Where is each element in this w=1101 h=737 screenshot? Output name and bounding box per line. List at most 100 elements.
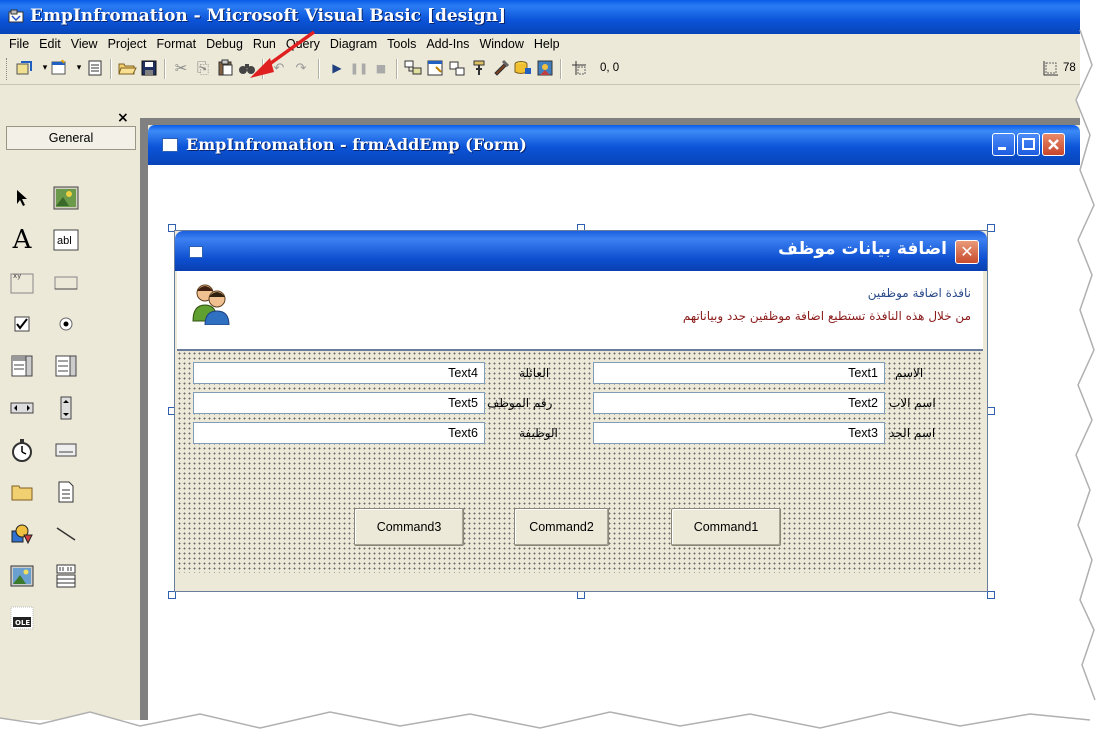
line-tool-icon[interactable]	[52, 520, 80, 548]
menu-help[interactable]: Help	[529, 37, 565, 51]
listbox-tool-icon[interactable]	[52, 352, 80, 380]
resize-handle[interactable]	[168, 591, 176, 599]
menu-view[interactable]: View	[66, 37, 103, 51]
svg-text:OLE: OLE	[15, 619, 30, 627]
timer-tool-icon[interactable]	[8, 436, 36, 464]
maximize-button[interactable]	[1017, 133, 1040, 156]
design-grid-area: الاسم Text1 اسم الاب Text2 اسم الجد Text…	[177, 351, 983, 573]
optionbutton-tool-icon[interactable]	[52, 310, 80, 338]
textbox-family-name[interactable]: Text4	[193, 362, 485, 384]
menu-diagram[interactable]: Diagram	[325, 37, 382, 51]
minimize-button[interactable]	[992, 133, 1015, 156]
menu-project[interactable]: Project	[103, 37, 152, 51]
form-layout-icon[interactable]	[446, 57, 468, 79]
dialog-form-icon	[189, 246, 203, 258]
picturebox-tool-icon[interactable]	[52, 184, 80, 212]
textbox-first-name[interactable]: Text1	[593, 362, 885, 384]
menu-format[interactable]: Format	[151, 37, 201, 51]
resize-handle[interactable]	[987, 591, 995, 599]
hscrollbar-tool-icon[interactable]	[8, 394, 36, 422]
component-manager-icon[interactable]	[534, 57, 556, 79]
menu-file[interactable]: File	[4, 37, 34, 51]
textbox-tool-icon[interactable]: abl	[52, 226, 80, 254]
design-form[interactable]: اضافة بيانات موظف ✕ نافذة اضافة موظفين م…	[174, 230, 988, 592]
dialog-title: اضافة بيانات موظف	[778, 239, 947, 259]
resize-handle[interactable]	[987, 224, 995, 232]
vb-ide-screen: EmpInfromation - Microsoft Visual Basic …	[0, 0, 1080, 720]
command1-button[interactable]: Command1	[671, 508, 781, 546]
standard-toolbar: ▾ ▾ ✂ ⎘ ↶ ↷ ▶ ❚❚ ■ 0, 0 78	[0, 54, 1080, 85]
header-description: من خلال هذه النافذة تستطيع اضافة موظفين …	[682, 309, 971, 323]
data-view-icon[interactable]	[512, 57, 534, 79]
open-folder-icon[interactable]	[116, 57, 138, 79]
add-project-icon[interactable]	[14, 57, 36, 79]
textbox-employee-number[interactable]: Text5	[193, 392, 485, 414]
header-subtitle: نافذة اضافة موظفين	[867, 286, 971, 300]
form-window-icon	[162, 138, 178, 152]
drivelistbox-tool-icon[interactable]	[52, 436, 80, 464]
main-title-bar[interactable]: EmpInfromation - Microsoft Visual Basic …	[0, 0, 1080, 34]
textbox-grandfather-name[interactable]: Text3	[593, 422, 885, 444]
main-window-title: EmpInfromation - Microsoft Visual Basic …	[30, 6, 506, 26]
label-grandfather-name: اسم الجد	[889, 426, 936, 440]
form-designer-window[interactable]: EmpInfromation - frmAddEmp (Form) اضافة …	[148, 125, 1080, 720]
properties-window-icon[interactable]	[424, 57, 446, 79]
frame-tool-icon[interactable]: xy	[8, 268, 36, 296]
toolbox-icon[interactable]	[490, 57, 512, 79]
menu-edit[interactable]: Edit	[34, 37, 66, 51]
commandbutton-tool-icon[interactable]	[52, 268, 80, 296]
form-designer-canvas: اضافة بيانات موظف ✕ نافذة اضافة موظفين م…	[148, 165, 1080, 720]
command2-button[interactable]: Command2	[514, 508, 609, 546]
toolbar-grip[interactable]	[6, 58, 10, 80]
toolbar-separator	[560, 59, 562, 79]
command3-button[interactable]: Command3	[354, 508, 464, 546]
save-icon[interactable]	[138, 57, 160, 79]
shape-tool-icon[interactable]	[8, 520, 36, 548]
start-icon[interactable]: ▶	[326, 57, 348, 79]
menu-tools[interactable]: Tools	[382, 37, 421, 51]
end-icon[interactable]: ■	[370, 57, 392, 79]
break-icon[interactable]: ❚❚	[348, 57, 370, 79]
close-icon	[1048, 139, 1059, 150]
ole-tool-icon[interactable]: OLE	[8, 604, 36, 632]
svg-text:xy: xy	[13, 272, 21, 280]
close-window-button[interactable]	[1042, 133, 1065, 156]
menu-add-ins[interactable]: Add-Ins	[421, 37, 474, 51]
textbox-job-title[interactable]: Text6	[193, 422, 485, 444]
menu-window[interactable]: Window	[474, 37, 528, 51]
project-explorer-icon[interactable]	[402, 57, 424, 79]
data-tool-icon[interactable]	[52, 562, 80, 590]
dirlistbox-tool-icon[interactable]	[8, 478, 36, 506]
minimize-icon	[998, 147, 1006, 150]
toolbox-close-icon[interactable]: ×	[117, 110, 129, 126]
position-readout: 0, 0	[600, 62, 620, 74]
textbox-father-name[interactable]: Text2	[593, 392, 885, 414]
toolbox-general-tab[interactable]: General	[6, 126, 136, 150]
image-tool-icon[interactable]	[8, 562, 36, 590]
dialog-title-bar[interactable]: اضافة بيانات موظف ✕	[175, 231, 987, 271]
maximize-icon	[1022, 138, 1035, 150]
dialog-header-panel: نافذة اضافة موظفين من خلال هذه النافذة ت…	[177, 271, 983, 351]
resize-handle[interactable]	[577, 591, 585, 599]
label-tool-icon[interactable]: A	[8, 225, 36, 255]
toolbox-panel: × General A abl xy OLE	[0, 110, 141, 720]
vb-app-icon	[8, 9, 24, 23]
form-designer-title-bar[interactable]: EmpInfromation - frmAddEmp (Form)	[148, 125, 1080, 165]
combobox-tool-icon[interactable]	[8, 352, 36, 380]
menu-editor-icon[interactable]	[84, 57, 106, 79]
filelistbox-tool-icon[interactable]	[52, 478, 80, 506]
checkbox-tool-icon[interactable]	[8, 310, 36, 338]
copy-icon[interactable]: ⎘	[192, 57, 214, 79]
object-browser-icon[interactable]	[468, 57, 490, 79]
dialog-close-button[interactable]: ✕	[955, 240, 979, 264]
resize-handle[interactable]	[987, 407, 995, 415]
add-form-icon[interactable]	[48, 57, 70, 79]
label-family-name: العائلة	[519, 366, 550, 380]
mdi-workspace: EmpInfromation - frmAddEmp (Form) اضافة …	[140, 118, 1080, 720]
vscrollbar-tool-icon[interactable]	[52, 394, 80, 422]
cut-icon[interactable]: ✂	[170, 57, 192, 79]
toolbar-separator	[110, 59, 112, 79]
position-icon	[568, 57, 590, 79]
users-icon	[192, 284, 230, 325]
pointer-tool-icon[interactable]	[8, 184, 36, 212]
